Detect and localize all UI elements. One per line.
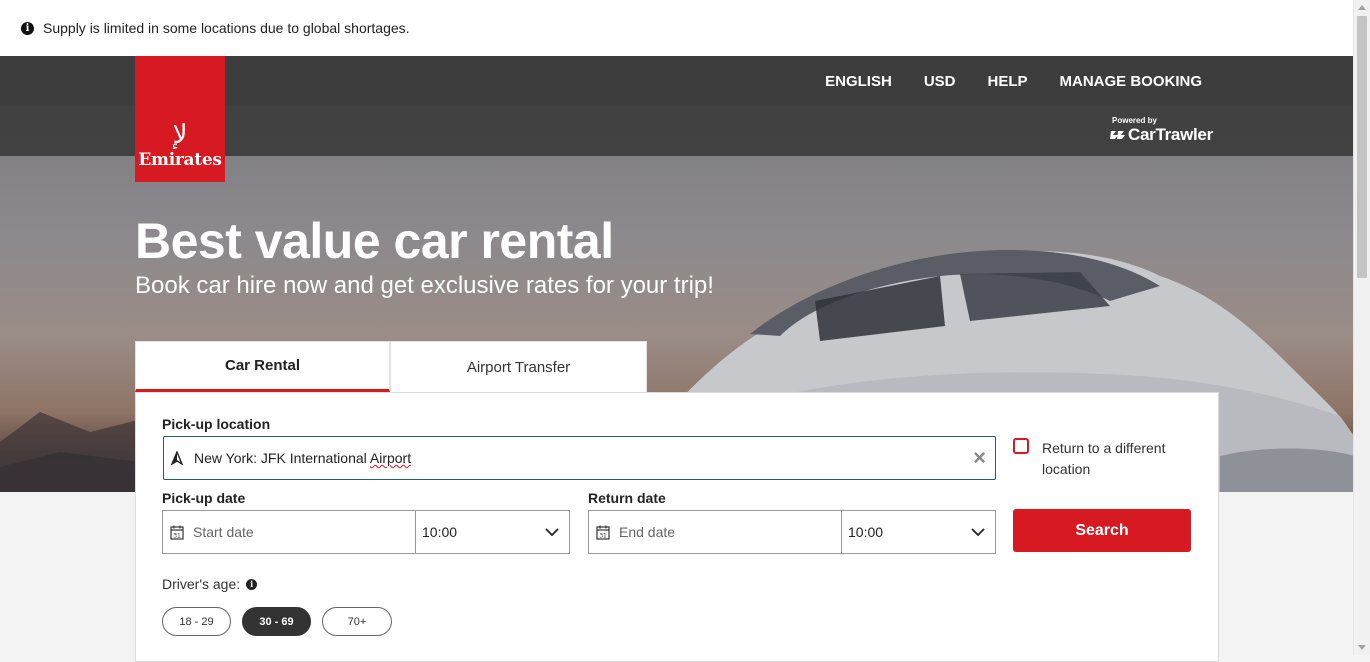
return-time-select[interactable]: 10:00 [842,511,995,553]
help-link[interactable]: HELP [987,73,1027,90]
pickup-location-value: New York: JFK International Airport [194,450,411,466]
return-date-label: Return date [588,490,666,506]
top-nav: ENGLISH USD HELP MANAGE BOOKING [825,56,1202,106]
scrollbar[interactable] [1353,0,1370,655]
emirates-calligraphy: ﻹ [172,120,188,150]
location-arrow-icon [170,451,184,465]
search-button[interactable]: Search [1013,509,1191,552]
pickup-date-placeholder: Start date [193,524,254,540]
scroll-up-arrow-icon[interactable] [1358,5,1366,10]
return-date-group: 31 End date 10:00 [588,510,996,554]
pickup-date-group: 31 Start date 10:00 [162,510,570,554]
pickup-date-label: Pick-up date [162,490,246,506]
return-different-label[interactable]: Return to a different location [1042,438,1182,480]
language-link[interactable]: ENGLISH [825,73,892,90]
return-time-value: 10:00 [848,524,884,540]
pickup-location-text: New York: JFK International [194,450,370,466]
info-icon: i [21,21,34,35]
svg-text:31: 31 [173,532,181,539]
page-subtitle: Book car hire now and get exclusive rate… [135,272,714,299]
pickup-time-value: 10:00 [422,524,458,540]
driver-age-text: Driver's age: [162,576,241,592]
cartrawler-icon [1110,131,1125,139]
pickup-time-select[interactable]: 10:00 [416,511,569,553]
age-option-18-29[interactable]: 18 - 29 [162,607,231,636]
powered-by-label: Powered by [1112,116,1157,125]
notice-text: Supply is limited in some locations due … [43,20,410,36]
chevron-down-icon [545,527,559,536]
emirates-wordmark: Emirates [138,150,222,170]
svg-text:31: 31 [599,532,607,539]
search-form: Pick-up location New York: JFK Internati… [135,392,1219,662]
currency-link[interactable]: USD [924,73,956,90]
age-option-30-69[interactable]: 30 - 69 [242,607,311,636]
return-different-checkbox[interactable] [1013,438,1029,454]
tab-car-rental[interactable]: Car Rental [135,341,390,392]
info-icon[interactable]: i [246,578,258,590]
calendar-icon: 31 [596,525,610,540]
scroll-down-arrow-icon[interactable] [1358,645,1366,650]
return-date-field[interactable]: 31 End date [589,511,842,553]
calendar-icon: 31 [170,525,184,540]
emirates-logo[interactable]: ﻹ Emirates [135,56,225,182]
driver-age-options: 18 - 29 30 - 69 70+ [162,607,392,636]
pickup-location-input[interactable]: New York: JFK International Airport × [163,436,996,480]
return-date-placeholder: End date [619,524,676,540]
manage-booking-link[interactable]: MANAGE BOOKING [1060,73,1203,90]
clear-icon[interactable]: × [973,447,986,469]
chevron-down-icon [971,527,985,536]
driver-age-label: Driver's age: i [162,576,258,592]
pickup-location-label: Pick-up location [162,416,271,432]
notice-banner: i Supply is limited in some locations du… [0,0,1354,56]
cartrawler-name: CarTrawler [1128,125,1213,144]
age-option-70-plus[interactable]: 70+ [322,607,392,636]
cartrawler-badge: Powered by CarTrawler [1110,116,1213,145]
booking-tabs: Car Rental Airport Transfer [135,341,647,392]
pickup-date-field[interactable]: 31 Start date [163,511,416,553]
tab-airport-transfer[interactable]: Airport Transfer [390,341,647,392]
pickup-location-text-underlined: Airport [369,450,412,466]
cartrawler-logo: CarTrawler [1110,125,1213,145]
page-title: Best value car rental [135,213,614,269]
scrollbar-thumb[interactable] [1357,16,1367,278]
